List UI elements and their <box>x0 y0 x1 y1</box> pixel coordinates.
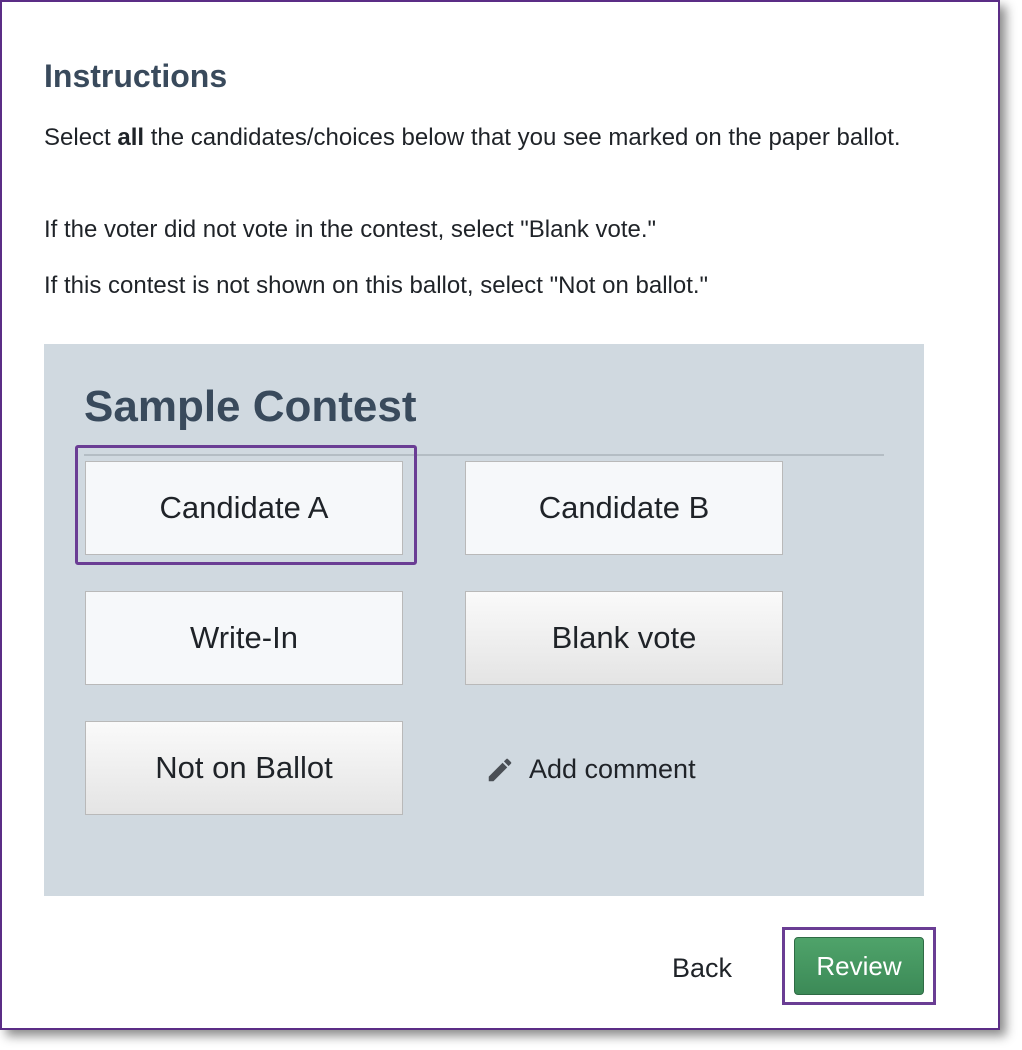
instructions-paragraph-not-on-ballot: If this contest is not shown on this bal… <box>44 272 709 299</box>
choice-candidate-b-button[interactable]: Candidate B <box>465 461 783 555</box>
choice-not-on-ballot-button[interactable]: Not on Ballot <box>85 721 403 815</box>
instructions-title: Instructions <box>44 58 228 94</box>
instructions-emphasis: all <box>117 124 145 151</box>
instructions-paragraph-select-all: Select all the candidates/choices below … <box>44 120 924 156</box>
instructions-text: the candidates/choices below that you se… <box>144 124 901 151</box>
instructions-paragraph-blank-vote: If the voter did not vote in the contest… <box>44 216 657 243</box>
contest-panel: Sample Contest Candidate A Candidate B W… <box>44 344 924 896</box>
add-comment-label: Add comment <box>529 754 696 784</box>
add-comment-link[interactable]: Add comment <box>485 754 696 785</box>
back-button[interactable]: Back <box>656 940 748 996</box>
review-button[interactable]: Review <box>794 937 924 995</box>
choice-write-in-button[interactable]: Write-In <box>85 591 403 685</box>
pencil-icon <box>488 758 512 781</box>
selection-highlight-candidate-a <box>75 445 417 565</box>
instructions-text: Select <box>44 124 118 151</box>
contest-title: Sample Contest <box>84 382 417 431</box>
choice-blank-vote-button[interactable]: Blank vote <box>465 591 783 685</box>
window-frame: Instructions Select all the candidates/c… <box>0 0 1000 1030</box>
